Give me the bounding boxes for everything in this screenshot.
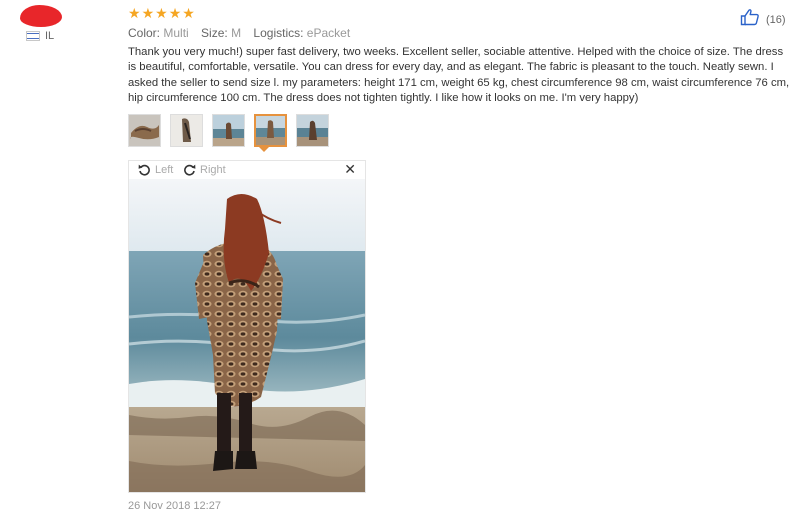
review-photo bbox=[129, 179, 365, 492]
thumbnail[interactable] bbox=[170, 114, 203, 147]
thumbs-up-icon bbox=[740, 8, 760, 31]
active-thumbnail-pointer bbox=[258, 146, 270, 152]
helpful-button[interactable]: (16) bbox=[740, 8, 786, 31]
rotate-left-button[interactable]: Left bbox=[138, 163, 173, 176]
star-icon: ★ bbox=[182, 6, 195, 22]
rotate-left-icon bbox=[138, 164, 150, 176]
size-value: M bbox=[231, 26, 242, 40]
color-value: Multi bbox=[163, 26, 189, 40]
thumbnail[interactable] bbox=[212, 114, 245, 147]
star-rating: ★ ★ ★ ★ ★ bbox=[128, 6, 195, 22]
thumbnail[interactable] bbox=[128, 114, 161, 147]
review-date: 26 Nov 2018 12:27 bbox=[128, 500, 221, 512]
order-info: Color: Multi Size: M Logistics: ePacket bbox=[128, 26, 350, 40]
viewer-toolbar: Left Right ✕ bbox=[129, 161, 365, 179]
color-label: Color: bbox=[128, 26, 161, 40]
star-icon: ★ bbox=[141, 6, 155, 22]
rotate-right-icon bbox=[184, 164, 196, 176]
close-icon[interactable]: ✕ bbox=[344, 162, 356, 178]
photo-viewer: Left Right ✕ bbox=[128, 160, 366, 493]
reviewer-country: IL bbox=[26, 30, 54, 42]
flag-icon bbox=[26, 31, 40, 41]
review-text: Thank you very much!) super fast deliver… bbox=[128, 46, 790, 105]
star-icon: ★ bbox=[168, 6, 182, 22]
logistics-value: ePacket bbox=[306, 26, 351, 40]
star-icon: ★ bbox=[155, 6, 168, 22]
logistics-label: Logistics: bbox=[253, 26, 304, 40]
thumbnail[interactable] bbox=[296, 114, 329, 147]
rotate-right-button[interactable]: Right bbox=[183, 163, 226, 176]
rotate-left-label: Left bbox=[155, 163, 174, 176]
country-code: IL bbox=[45, 30, 55, 42]
star-icon: ★ bbox=[128, 6, 141, 22]
size-label: Size: bbox=[201, 26, 228, 40]
redacted-username bbox=[20, 5, 62, 27]
rotate-right-label: Right bbox=[200, 163, 226, 176]
thumbnail-active[interactable] bbox=[254, 114, 287, 147]
photo-thumbnails bbox=[128, 114, 329, 147]
like-count: (16) bbox=[766, 13, 786, 26]
